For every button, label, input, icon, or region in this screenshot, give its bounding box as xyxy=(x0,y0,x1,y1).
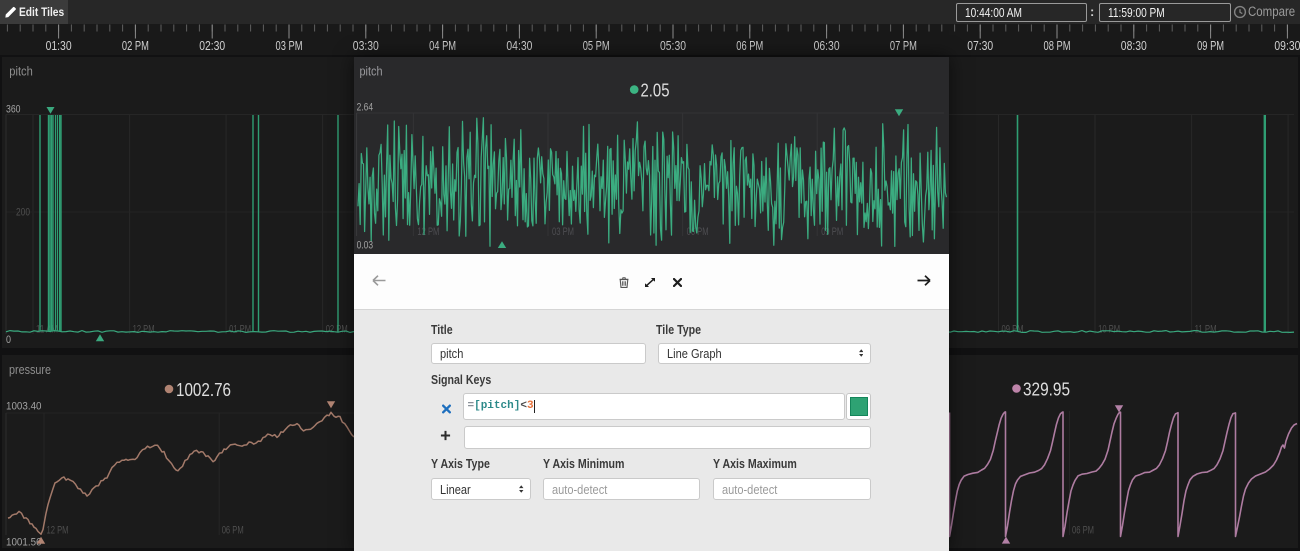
svg-text:02 PM: 02 PM xyxy=(326,324,348,336)
svg-text:0: 0 xyxy=(6,334,11,346)
svg-text:pitch: pitch xyxy=(9,65,33,79)
svg-text:2.64: 2.64 xyxy=(357,101,374,113)
svg-text:06 PM: 06 PM xyxy=(1072,525,1094,537)
svg-text:06 PM: 06 PM xyxy=(736,39,763,53)
svg-text:1001.56: 1001.56 xyxy=(6,536,42,548)
svg-text:03 PM: 03 PM xyxy=(552,226,574,238)
svg-text:03:30: 03:30 xyxy=(353,39,379,53)
svg-text:04:30: 04:30 xyxy=(506,39,532,53)
svg-text:12 PM: 12 PM xyxy=(133,324,155,336)
svg-text:200: 200 xyxy=(16,207,30,219)
svg-text:pressure: pressure xyxy=(9,363,51,377)
svg-text:12 PM: 12 PM xyxy=(47,525,69,537)
svg-text:04 PM: 04 PM xyxy=(429,39,456,53)
svg-text:09 PM: 09 PM xyxy=(1002,324,1024,336)
svg-text:02 PM: 02 PM xyxy=(122,39,149,53)
svg-text:1002.76: 1002.76 xyxy=(176,379,231,400)
svg-text:05:30: 05:30 xyxy=(660,39,686,53)
svg-text:0.03: 0.03 xyxy=(357,240,374,252)
svg-text:03 PM: 03 PM xyxy=(276,39,303,53)
svg-text:09:30: 09:30 xyxy=(1274,39,1300,53)
svg-text:01 PM: 01 PM xyxy=(229,324,251,336)
svg-text:01:30: 01:30 xyxy=(46,39,72,53)
svg-text:06 PM: 06 PM xyxy=(222,525,244,537)
svg-text:1003.40: 1003.40 xyxy=(6,400,42,412)
svg-text:12 PM: 12 PM xyxy=(417,226,439,238)
svg-text:06:30: 06:30 xyxy=(814,39,840,53)
svg-text:329.95: 329.95 xyxy=(1023,378,1070,399)
svg-text:11 PM: 11 PM xyxy=(1195,324,1217,336)
svg-text:pitch: pitch xyxy=(360,65,383,79)
svg-text:360: 360 xyxy=(6,103,21,115)
svg-text:07:30: 07:30 xyxy=(967,39,993,53)
svg-text:09 PM: 09 PM xyxy=(1197,39,1224,53)
svg-text:02:30: 02:30 xyxy=(199,39,225,53)
svg-text:08 PM: 08 PM xyxy=(1044,39,1071,53)
svg-text:2.05: 2.05 xyxy=(641,79,670,100)
svg-text:05 PM: 05 PM xyxy=(583,39,610,53)
svg-text:08:30: 08:30 xyxy=(1121,39,1147,53)
svg-text:09 PM: 09 PM xyxy=(821,226,843,238)
svg-text:07 PM: 07 PM xyxy=(890,39,917,53)
svg-text:10 PM: 10 PM xyxy=(1098,324,1120,336)
